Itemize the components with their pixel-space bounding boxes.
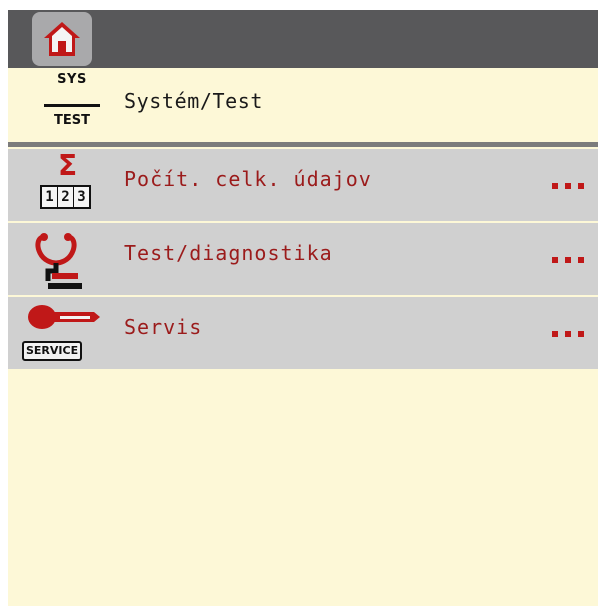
page-header: SYS TEST Systém/Test	[8, 68, 598, 142]
menu-item-label: Servis	[124, 315, 203, 339]
top-bar	[8, 10, 598, 68]
header-divider	[8, 142, 598, 147]
sys-test-icon-top: SYS	[57, 72, 87, 87]
menu-item-counters[interactable]: Σ 1 2 3 Počít. celk. údajov	[8, 149, 598, 221]
sys-test-icon-line	[44, 104, 100, 107]
counter-digit: 1	[42, 187, 58, 207]
screen: SYS TEST Systém/Test Σ 1 2 3 Počít. celk…	[8, 10, 598, 606]
sys-test-icon-bottom: TEST	[54, 113, 90, 128]
menu-item-service[interactable]: SERVICE Servis	[8, 297, 598, 369]
menu-item-label: Test/diagnostika	[124, 241, 333, 265]
home-icon	[44, 22, 80, 56]
counter-digit: 2	[58, 187, 74, 207]
home-button[interactable]	[32, 12, 92, 66]
counter-digit: 3	[74, 187, 89, 207]
more-indicator	[552, 183, 584, 189]
service-key-icon: SERVICE	[22, 301, 112, 365]
sigma-counter-icon: Σ 1 2 3	[22, 149, 112, 217]
more-indicator	[552, 257, 584, 263]
page-title: Systém/Test	[124, 89, 264, 113]
stethoscope-icon	[22, 227, 112, 291]
service-icon-label: SERVICE	[22, 341, 83, 361]
more-indicator	[552, 331, 584, 337]
menu-item-label: Počít. celk. údajov	[124, 167, 372, 191]
menu-item-test-diagnostics[interactable]: Test/diagnostika	[8, 223, 598, 295]
sys-test-icon: SYS TEST	[44, 72, 100, 138]
